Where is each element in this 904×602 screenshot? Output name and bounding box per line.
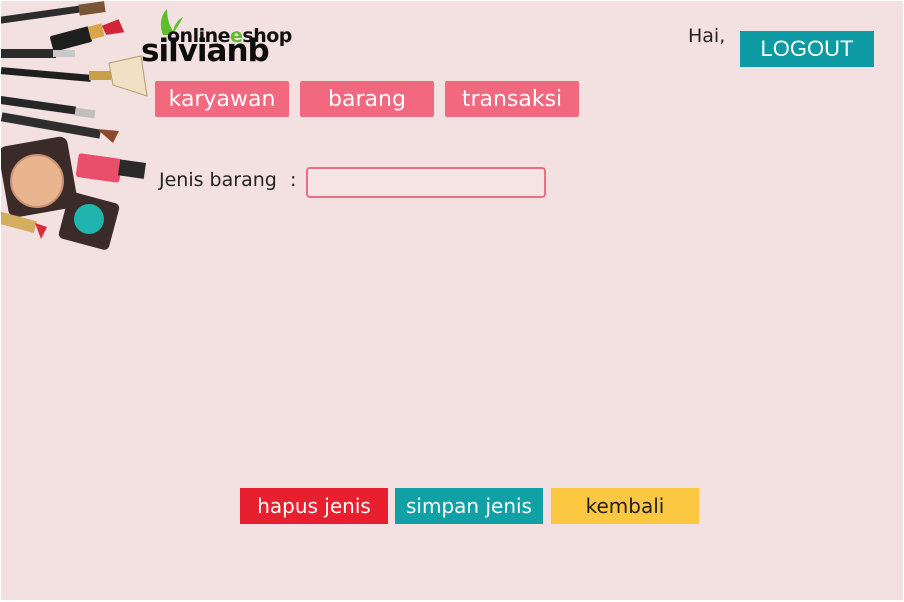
- greeting-text: Hai,: [688, 25, 726, 47]
- lipstick-1: [50, 19, 125, 52]
- save-jenis-button[interactable]: simpan jenis: [395, 488, 543, 524]
- makeup-brush-2: [1, 49, 148, 97]
- nav-karyawan-button[interactable]: karyawan: [155, 81, 289, 117]
- page: onlineeshop silvianb Hai, LOGOUT karyawa…: [1, 1, 903, 600]
- back-button[interactable]: kembali: [551, 488, 699, 524]
- shop-logo: onlineeshop silvianb: [141, 7, 292, 69]
- makeup-brush-3: [1, 95, 119, 143]
- jenis-barang-label: Jenis barang: [159, 169, 277, 191]
- lipstick-2: [75, 153, 146, 183]
- makeup-decoration-image: [1, 1, 148, 250]
- makeup-brush-1: [1, 1, 106, 25]
- delete-jenis-button[interactable]: hapus jenis: [240, 488, 388, 524]
- jenis-barang-input[interactable]: [306, 167, 546, 198]
- logout-button[interactable]: LOGOUT: [740, 31, 874, 67]
- label-colon: :: [290, 169, 297, 191]
- logo-brand-text: silvianb: [141, 33, 270, 69]
- nav-transaksi-button[interactable]: transaksi: [445, 81, 579, 117]
- nav-barang-button[interactable]: barang: [300, 81, 434, 117]
